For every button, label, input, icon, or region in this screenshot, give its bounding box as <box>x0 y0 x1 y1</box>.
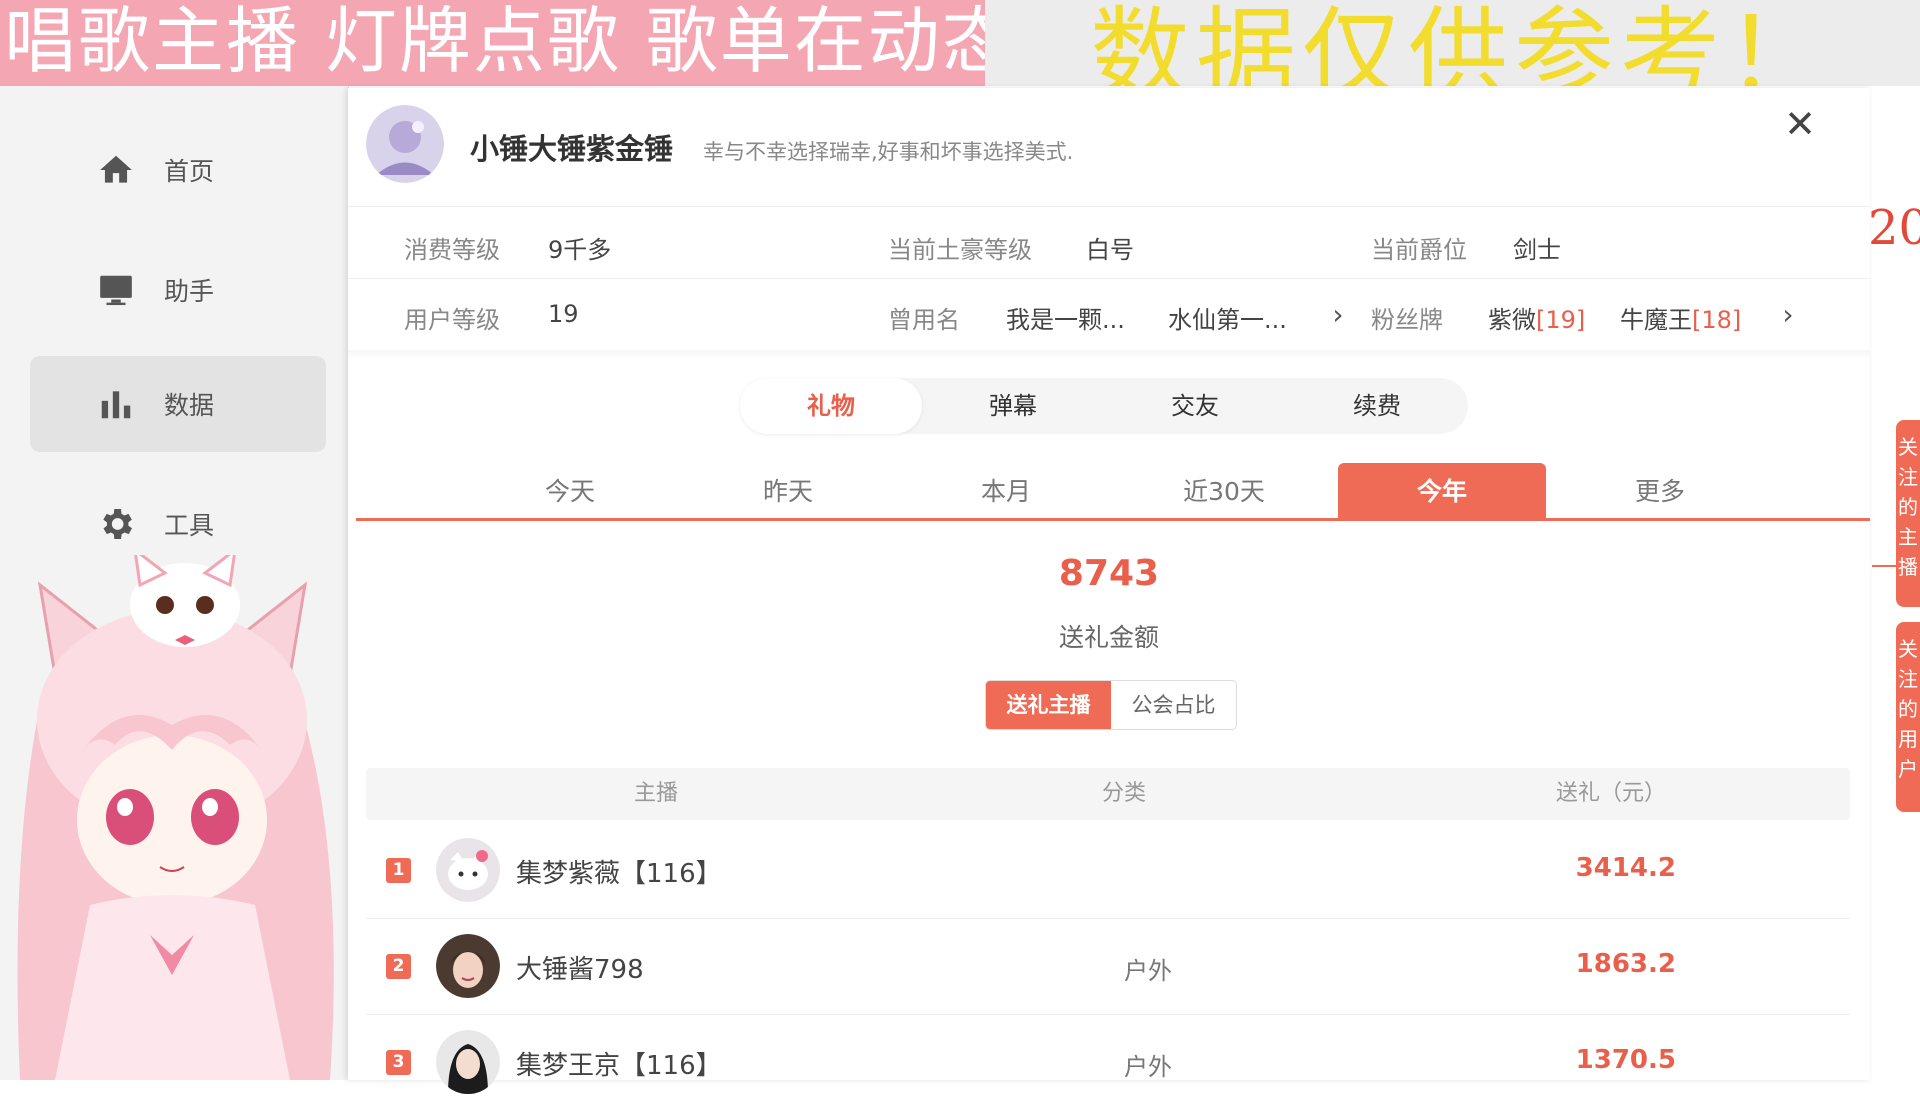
segment-anchor-gifts[interactable]: 送礼主播 <box>986 681 1111 729</box>
consume-level-value: 9千多 <box>548 236 612 264</box>
segment-guild-share[interactable]: 公会占比 <box>1111 681 1236 729</box>
banner-left-text: 唱歌主播 灯牌点歌 歌单在动态 <box>4 0 1016 83</box>
table-row[interactable]: 1 集梦紫薇【116】 3414.2 <box>366 823 1850 919</box>
rank-badge: 3 <box>386 1050 411 1075</box>
column-header-category: 分类 <box>1102 781 1147 806</box>
banner-left: 唱歌主播 灯牌点歌 歌单在动态 <box>0 0 1014 86</box>
tycoon-level-label: 当前土豪等级 <box>888 236 1032 264</box>
info-row-1: 消费等级 9千多 当前土豪等级 白号 当前爵位 剑士 <box>348 208 1870 278</box>
tab-last-30-days[interactable]: 近30天 <box>1120 463 1328 518</box>
fan-badge-label: 粉丝牌 <box>1371 306 1443 334</box>
tycoon-level-value: 白号 <box>1086 236 1134 264</box>
alias-label: 曾用名 <box>888 306 960 334</box>
divider <box>348 278 1870 279</box>
sidebar-item-label: 助手 <box>164 277 215 306</box>
monitor-icon <box>96 270 136 310</box>
time-tabs: 今天 昨天 本月 近30天 今年 更多 <box>356 463 1870 521</box>
user-name: 小锤大锤紫金锤 <box>470 132 674 166</box>
sidebar-item-assistant[interactable]: 助手 <box>30 242 326 338</box>
rank-badge: 2 <box>386 954 411 979</box>
dialog-header: 小锤大锤紫金锤 幸与不幸选择瑞幸,好事和坏事选择美式. ✕ <box>348 88 1870 207</box>
bar-chart-icon <box>96 384 136 424</box>
tab-gift[interactable]: 礼物 <box>740 378 922 434</box>
tab-renew[interactable]: 续费 <box>1286 378 1468 434</box>
avatar <box>436 1030 500 1094</box>
avatar <box>436 934 500 998</box>
sidebar-item-label: 数据 <box>164 391 215 420</box>
anchor-name: 集梦王京【116】 <box>516 1051 722 1081</box>
anchor-name: 集梦紫薇【116】 <box>516 859 722 889</box>
avatar[interactable] <box>366 105 444 183</box>
badge-next-button[interactable]: › <box>1773 300 1803 330</box>
tab-this-month[interactable]: 本月 <box>902 463 1110 518</box>
gift-amount: 1370.5 <box>1575 1045 1676 1075</box>
table-header: 主播 分类 送礼（元） <box>366 768 1850 820</box>
user-level-value: 19 <box>548 300 579 328</box>
view-segment: 送礼主播 公会占比 <box>985 680 1237 730</box>
side-tab-followed-anchors[interactable]: 关注的主播 <box>1896 420 1920 607</box>
title-value: 剑士 <box>1513 236 1561 264</box>
alias-item: 我是一颗... <box>1006 306 1125 334</box>
sidebar-item-home[interactable]: 首页 <box>30 122 326 218</box>
column-header-anchor: 主播 <box>634 781 679 806</box>
info-row-2: 用户等级 19 曾用名 我是一颗... 水仙第一... › 粉丝牌 紫微[19]… <box>348 280 1870 350</box>
background-peek-number: 20 <box>1868 200 1920 256</box>
tab-today[interactable]: 今天 <box>466 463 674 518</box>
user-signature: 幸与不幸选择瑞幸,好事和坏事选择美式. <box>703 140 1074 164</box>
user-level-label: 用户等级 <box>404 306 500 334</box>
alias-next-button[interactable]: › <box>1323 300 1353 330</box>
sidebar-item-data[interactable]: 数据 <box>30 356 326 452</box>
total-amount: 8743 <box>1058 553 1160 594</box>
fan-badge-item: 紫微[19] <box>1488 306 1586 334</box>
tab-more[interactable]: 更多 <box>1556 463 1764 518</box>
mascot-illustration <box>0 546 345 1080</box>
anchor-category: 户外 <box>1124 1053 1172 1081</box>
gift-amount: 1863.2 <box>1575 949 1676 979</box>
anchor-name: 大锤酱798 <box>516 955 644 985</box>
rank-badge: 1 <box>386 858 411 883</box>
close-button[interactable]: ✕ <box>1778 102 1822 146</box>
tab-yesterday[interactable]: 昨天 <box>684 463 892 518</box>
gift-amount: 3414.2 <box>1575 853 1676 883</box>
table-row[interactable]: 3 集梦王京【116】 户外 1370.5 <box>366 1015 1850 1110</box>
consume-level-label: 消费等级 <box>404 236 500 264</box>
category-tabs: 礼物 弹幕 交友 续费 <box>740 378 1468 434</box>
total-amount-label: 送礼金额 <box>1058 623 1159 652</box>
table-row[interactable]: 2 大锤酱798 户外 1863.2 <box>366 919 1850 1015</box>
user-data-dialog: 小锤大锤紫金锤 幸与不幸选择瑞幸,好事和坏事选择美式. ✕ 消费等级 9千多 当… <box>348 88 1870 1094</box>
fan-badge-item: 牛魔王[18] <box>1620 306 1742 334</box>
anchor-category: 户外 <box>1124 957 1172 985</box>
tab-friend[interactable]: 交友 <box>1104 378 1286 434</box>
banner-right: 数据仅供参考！ <box>985 0 1920 86</box>
sidebar-item-label: 首页 <box>164 157 215 186</box>
tab-this-year[interactable]: 今年 <box>1338 463 1546 518</box>
column-header-gift-amount: 送礼（元） <box>1556 781 1667 806</box>
avatar <box>436 838 500 902</box>
banner-right-text: 数据仅供参考！ <box>1090 0 1832 86</box>
title-label: 当前爵位 <box>1371 236 1467 264</box>
sidebar-item-label: 工具 <box>164 511 215 540</box>
alias-item: 水仙第一... <box>1168 306 1287 334</box>
side-tab-followed-users[interactable]: 关注的用户 <box>1896 622 1920 812</box>
divider <box>348 350 1870 360</box>
gear-icon <box>96 504 136 544</box>
home-icon <box>96 150 136 190</box>
tab-danmaku[interactable]: 弹幕 <box>922 378 1104 434</box>
